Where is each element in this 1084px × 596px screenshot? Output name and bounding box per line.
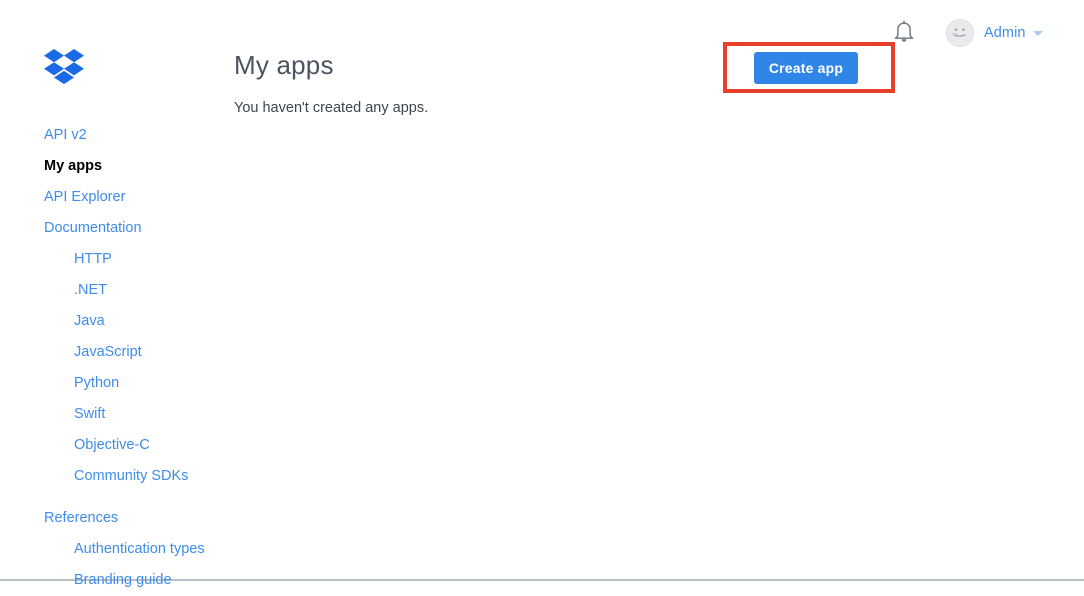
sidebar-item-api-v2[interactable]: API v2: [0, 120, 234, 151]
sidebar-nav: API v2 My apps API Explorer Documentatio…: [0, 120, 234, 596]
sidebar-item-javascript[interactable]: JavaScript: [0, 337, 234, 368]
sidebar-item-documentation[interactable]: Documentation: [0, 213, 234, 244]
sidebar-item-api-explorer[interactable]: API Explorer: [0, 182, 234, 213]
empty-state-message: You haven't created any apps.: [234, 100, 429, 116]
sidebar-item-objective-c[interactable]: Objective-C: [0, 430, 234, 461]
sidebar: API v2 My apps API Explorer Documentatio…: [0, 0, 234, 588]
sidebar-item-swift[interactable]: Swift: [0, 399, 234, 430]
sidebar-item-community-sdks[interactable]: Community SDKs: [0, 461, 234, 492]
sidebar-item-python[interactable]: Python: [0, 368, 234, 399]
page-title: My apps: [234, 50, 334, 80]
sidebar-section-gap: [0, 492, 234, 503]
sidebar-item-authentication-types[interactable]: Authentication types: [0, 534, 234, 565]
sidebar-item-java[interactable]: Java: [0, 306, 234, 337]
dropbox-developer-app-console-page: Admin API v2 My apps API Explorer Docume…: [0, 0, 1084, 588]
sidebar-item-http[interactable]: HTTP: [0, 244, 234, 275]
sidebar-item-dotnet[interactable]: .NET: [0, 275, 234, 306]
main-content: My apps You haven't created any apps. Cr…: [234, 0, 1084, 581]
dropbox-logo-icon[interactable]: [44, 49, 84, 85]
sidebar-item-references[interactable]: References: [0, 503, 234, 534]
create-app-button[interactable]: Create app: [754, 52, 858, 84]
sidebar-item-my-apps[interactable]: My apps: [0, 151, 234, 182]
